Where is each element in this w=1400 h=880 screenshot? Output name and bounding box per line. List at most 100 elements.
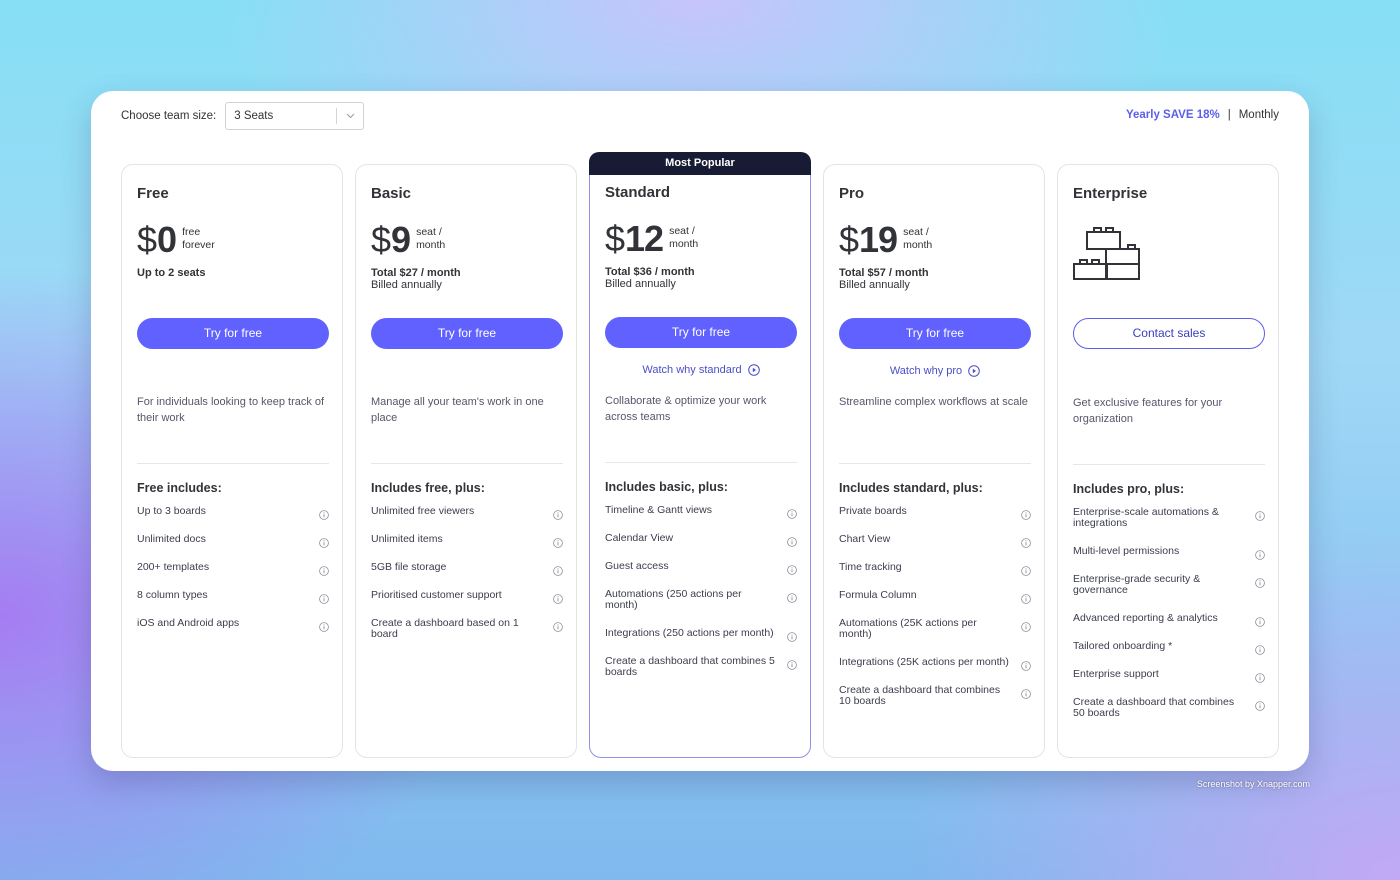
info-icon[interactable] xyxy=(787,590,797,603)
price: $ 19 seat / month xyxy=(839,222,953,258)
feature-item: Multi-level permissions xyxy=(1073,546,1265,560)
info-icon[interactable] xyxy=(1021,535,1031,548)
info-icon[interactable] xyxy=(553,591,563,604)
plan-name: Pro xyxy=(839,185,865,202)
feature-item: Enterprise support xyxy=(1073,668,1265,683)
info-icon[interactable] xyxy=(319,535,329,548)
feature-item: Enterprise-grade security & governance xyxy=(1073,574,1265,596)
price-currency: $ xyxy=(371,219,392,260)
price-currency: $ xyxy=(605,218,626,259)
info-icon[interactable] xyxy=(787,657,797,670)
feature-text: Private boards xyxy=(839,505,907,517)
plan-card-pro: Pro $ 19 seat / month Total $57 / month B… xyxy=(823,164,1045,758)
price-total: Total $27 / month xyxy=(371,267,461,279)
info-icon[interactable] xyxy=(1255,575,1265,588)
feature-text: 200+ templates xyxy=(137,561,210,573)
feature-list: Unlimited free viewers Unlimited items 5GB… xyxy=(371,506,563,657)
billing-yearly-option[interactable]: Yearly SAVE 18% xyxy=(1126,109,1220,121)
plan-description: Manage all your team's work in one place xyxy=(371,396,544,424)
feature-item: Create a dashboard that combines 5 board… xyxy=(605,656,797,678)
price-amount: 19 xyxy=(859,219,898,260)
feature-text: Automations (250 actions per month) xyxy=(605,588,742,611)
feature-text: Formula Column xyxy=(839,589,917,601)
divider xyxy=(839,463,1031,464)
feature-list: Private boards Chart View Time tracking For… xyxy=(839,506,1031,724)
watch-video-link[interactable]: Watch why pro xyxy=(839,365,1031,377)
watch-video-link[interactable]: Watch why standard xyxy=(605,364,797,376)
price-unit-line1: seat / xyxy=(416,226,442,238)
info-icon[interactable] xyxy=(1255,642,1265,655)
feature-text: 5GB file storage xyxy=(371,561,447,573)
plan-name: Enterprise xyxy=(1073,185,1148,202)
billed-note: Billed annually xyxy=(605,278,676,290)
feature-text: Enterprise support xyxy=(1073,668,1159,680)
info-icon[interactable] xyxy=(553,507,563,520)
info-icon[interactable] xyxy=(1255,614,1265,627)
feature-item: 200+ templates xyxy=(137,561,329,576)
feature-item: Prioritised customer support xyxy=(371,590,563,604)
price-unit-line2: month xyxy=(669,238,699,250)
info-icon[interactable] xyxy=(319,591,329,604)
chevron-down-icon[interactable] xyxy=(337,113,363,119)
try-for-free-button[interactable]: Try for free xyxy=(371,318,563,349)
info-icon[interactable] xyxy=(1255,670,1265,683)
feature-item: Create a dashboard based on 1 board xyxy=(371,618,563,640)
contact-sales-button[interactable]: Contact sales xyxy=(1073,318,1265,349)
feature-item: Enterprise-scale automations & integrati… xyxy=(1073,507,1265,529)
info-icon[interactable] xyxy=(553,619,563,632)
billed-note: Billed annually xyxy=(839,279,910,291)
price-unit: seat / month xyxy=(669,225,719,251)
info-icon[interactable] xyxy=(1021,591,1031,604)
includes-title: Includes free, plus: xyxy=(371,481,485,495)
feature-item: Advanced reporting & analytics xyxy=(1073,613,1265,627)
info-icon[interactable] xyxy=(553,535,563,548)
try-for-free-button[interactable]: Try for free xyxy=(605,317,797,348)
price: $ 9 seat / month xyxy=(371,222,466,258)
info-icon[interactable] xyxy=(1021,563,1031,576)
try-for-free-button[interactable]: Try for free xyxy=(839,318,1031,349)
info-icon[interactable] xyxy=(1021,619,1031,632)
feature-item: Integrations (250 actions per month) xyxy=(605,627,797,642)
includes-title: Includes pro, plus: xyxy=(1073,482,1185,496)
feature-list: Timeline & Gantt views Calendar View Guest… xyxy=(605,505,797,695)
billing-monthly-option[interactable]: Monthly xyxy=(1239,109,1279,121)
pricing-panel: Choose team size: 3 Seats Yearly SAVE 18… xyxy=(91,91,1309,771)
price: $ 0 free forever xyxy=(137,222,232,258)
feature-item: Formula Column xyxy=(839,589,1031,604)
feature-item: Timeline & Gantt views xyxy=(605,505,797,519)
feature-item: Integrations (25K actions per month) xyxy=(839,656,1031,671)
price-unit-line1: free xyxy=(182,226,201,238)
feature-list: Up to 3 boards Unlimited docs 200+ templat… xyxy=(137,506,329,646)
info-icon[interactable] xyxy=(787,534,797,547)
feature-item: Private boards xyxy=(839,505,1031,520)
price-currency: $ xyxy=(137,219,158,260)
info-icon[interactable] xyxy=(787,506,797,519)
info-icon[interactable] xyxy=(1021,507,1031,520)
info-icon[interactable] xyxy=(787,562,797,575)
feature-item: Create a dashboard that combines 10 boar… xyxy=(839,685,1031,707)
try-for-free-button[interactable]: Try for free xyxy=(137,318,329,349)
price-amount: 0 xyxy=(157,219,177,260)
plan-name: Basic xyxy=(371,185,412,202)
info-icon[interactable] xyxy=(319,619,329,632)
info-icon[interactable] xyxy=(1255,508,1265,521)
plan-description: For individuals looking to keep track of… xyxy=(137,396,325,424)
feature-item: Unlimited items xyxy=(371,534,563,548)
watch-video-label: Watch why pro xyxy=(889,365,963,377)
info-icon[interactable] xyxy=(787,629,797,642)
feature-item: Unlimited free viewers xyxy=(371,506,563,520)
info-icon[interactable] xyxy=(319,563,329,576)
info-icon[interactable] xyxy=(1255,547,1265,560)
feature-item: Automations (25K actions per month) xyxy=(839,618,1031,640)
price-unit-line2: month xyxy=(903,239,933,251)
info-icon[interactable] xyxy=(319,507,329,520)
info-icon[interactable] xyxy=(553,563,563,576)
feature-text: Integrations (250 actions per month) xyxy=(605,627,774,639)
info-icon[interactable] xyxy=(1021,686,1031,699)
feature-item: Calendar View xyxy=(605,533,797,547)
team-size-select[interactable]: 3 Seats xyxy=(225,102,365,130)
info-icon[interactable] xyxy=(1021,658,1031,671)
price-total: Total $57 / month xyxy=(839,267,929,279)
feature-text: Integrations (25K actions per month) xyxy=(839,656,1009,668)
info-icon[interactable] xyxy=(1255,698,1265,711)
